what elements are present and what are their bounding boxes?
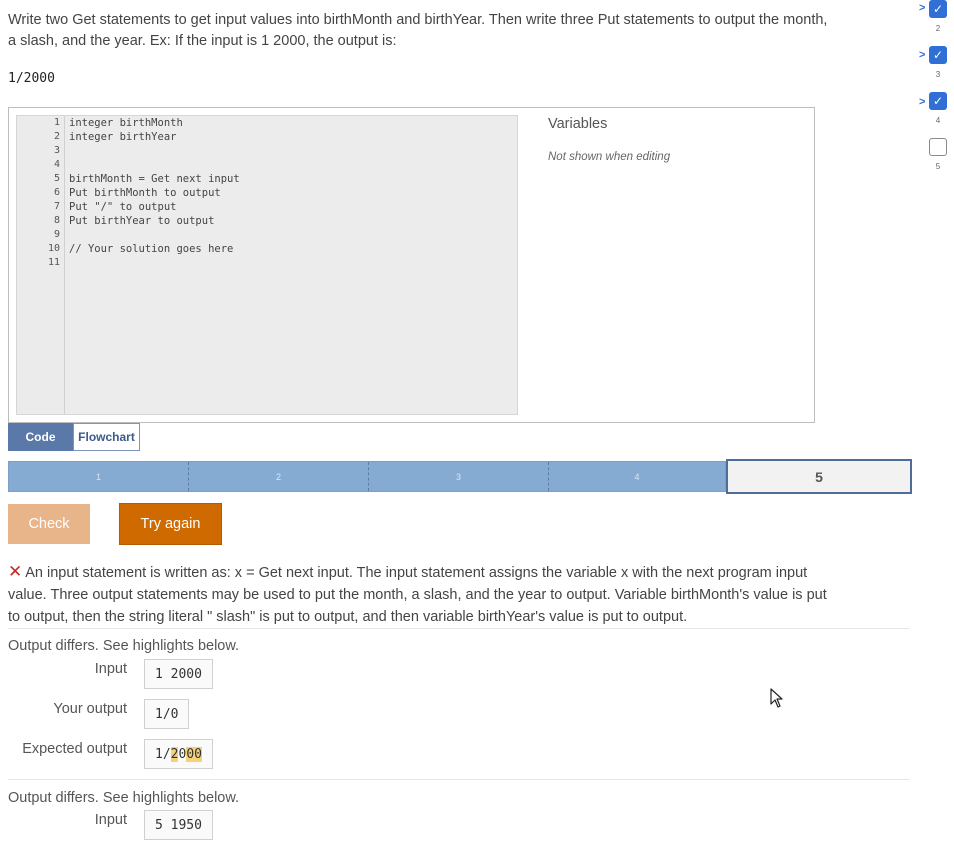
feedback-line-2: value. Three output statements may be us… bbox=[8, 587, 827, 603]
test1-expected-label: Expected output bbox=[22, 741, 127, 757]
try-again-button[interactable]: Try again bbox=[119, 503, 222, 545]
test2-input-value: 5 1950 bbox=[144, 810, 213, 840]
divider bbox=[8, 628, 910, 629]
collapse-chevron-icon[interactable]: > bbox=[919, 2, 925, 14]
line-number: 2 bbox=[53, 131, 60, 142]
collapse-chevron-icon[interactable]: > bbox=[919, 96, 925, 108]
collapse-chevron-icon[interactable]: > bbox=[919, 49, 925, 61]
line-number: 4 bbox=[53, 159, 60, 170]
test1-input-value: 1 2000 bbox=[144, 659, 213, 689]
code-line[interactable] bbox=[69, 158, 240, 172]
code-line[interactable] bbox=[69, 256, 240, 270]
test2-input-label: Input bbox=[94, 812, 127, 828]
expected-highlight: 2 bbox=[170, 746, 179, 762]
feedback-line-3: to output, then the string literal " sla… bbox=[8, 609, 688, 625]
test1-your-label: Your output bbox=[53, 701, 127, 717]
line-number: 11 bbox=[47, 257, 60, 268]
progress-step-2[interactable]: 2 bbox=[189, 462, 369, 491]
line-number: 6 bbox=[53, 187, 60, 198]
expected-plain: 0 bbox=[178, 746, 187, 762]
test1-input-label: Input bbox=[94, 661, 127, 677]
variables-title: Variables bbox=[548, 116, 608, 132]
progress-step-current[interactable]: 5 bbox=[726, 459, 912, 494]
code-line[interactable]: Put birthYear to output bbox=[69, 214, 240, 228]
line-number: 9 bbox=[53, 229, 60, 240]
level-number: 4 bbox=[935, 116, 941, 125]
progress-step-4[interactable]: 4 bbox=[549, 462, 725, 491]
checkmark-icon: ✓ bbox=[929, 92, 947, 110]
test1-your-value: 1/0 bbox=[144, 699, 190, 729]
empty-checkbox-icon[interactable] bbox=[929, 138, 947, 156]
test2-differs: Output differs. See highlights below. bbox=[8, 790, 240, 806]
prompt-line-1: Write two Get statements to get input va… bbox=[8, 12, 828, 28]
code-lines[interactable]: integer birthMonth integer birthYear bir… bbox=[69, 116, 240, 270]
line-number: 10 bbox=[47, 243, 60, 254]
code-line[interactable]: birthMonth = Get next input bbox=[69, 172, 240, 186]
checkmark-icon: ✓ bbox=[929, 0, 947, 18]
line-number: 3 bbox=[53, 145, 60, 156]
level-number: 3 bbox=[935, 70, 941, 79]
problem-prompt: Write two Get statements to get input va… bbox=[8, 10, 908, 52]
prompt-line-2: a slash, and the year. Ex: If the input … bbox=[8, 33, 397, 49]
check-button[interactable]: Check bbox=[8, 504, 90, 544]
code-line[interactable]: integer birthMonth bbox=[69, 116, 240, 130]
line-number: 5 bbox=[53, 173, 60, 184]
code-line[interactable]: integer birthYear bbox=[69, 130, 240, 144]
code-line[interactable]: // Your solution goes here bbox=[69, 242, 240, 256]
mouse-pointer-icon bbox=[770, 688, 784, 713]
code-line[interactable]: Put "/" to output bbox=[69, 200, 240, 214]
expected-prefix: 1/ bbox=[155, 746, 171, 762]
level-number: 2 bbox=[935, 24, 941, 33]
example-output: 1/2000 bbox=[8, 71, 55, 86]
line-number: 8 bbox=[53, 215, 60, 226]
test1-differs: Output differs. See highlights below. bbox=[8, 638, 240, 654]
code-editor[interactable]: 1 2 3 4 5 6 7 8 9 10 11 integer birthMon… bbox=[16, 115, 518, 415]
checkmark-icon: ✓ bbox=[929, 46, 947, 64]
progress-bar: 1 2 3 4 bbox=[8, 461, 726, 492]
test1-expected-value: 1/2 0 00 bbox=[144, 739, 213, 769]
divider bbox=[8, 779, 910, 780]
line-number: 7 bbox=[53, 201, 60, 212]
code-line[interactable]: Put birthMonth to output bbox=[69, 186, 240, 200]
line-number: 1 bbox=[53, 117, 60, 128]
code-line[interactable] bbox=[69, 228, 240, 242]
tab-flowchart[interactable]: Flowchart bbox=[73, 423, 140, 451]
expected-highlight: 00 bbox=[186, 746, 202, 762]
code-line[interactable] bbox=[69, 144, 240, 158]
progress-step-1[interactable]: 1 bbox=[9, 462, 189, 491]
feedback-line-1: An input statement is written as: x = Ge… bbox=[25, 565, 808, 581]
code-panel: 1 2 3 4 5 6 7 8 9 10 11 integer birthMon… bbox=[8, 107, 815, 423]
feedback-message: ✕ An input statement is written as: x = G… bbox=[8, 561, 908, 628]
variables-note: Not shown when editing bbox=[548, 151, 671, 163]
progress-step-3[interactable]: 3 bbox=[369, 462, 549, 491]
level-number: 5 bbox=[935, 162, 941, 171]
line-number-gutter: 1 2 3 4 5 6 7 8 9 10 11 bbox=[17, 116, 65, 414]
x-mark-icon: ✕ bbox=[8, 562, 23, 581]
tab-code[interactable]: Code bbox=[8, 423, 73, 451]
